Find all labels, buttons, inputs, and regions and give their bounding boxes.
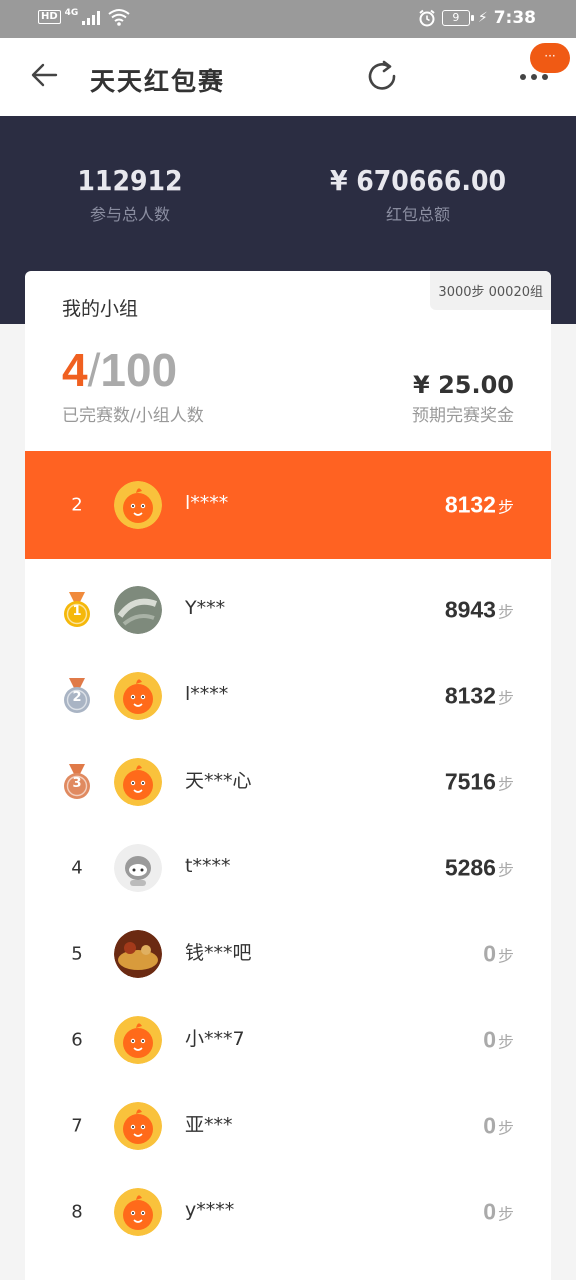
- avatar: [114, 672, 162, 720]
- user-name: Y***: [185, 596, 226, 619]
- list-item[interactable]: 6 小***7 0 步: [25, 997, 551, 1083]
- step-count: 5286 步: [444, 854, 514, 881]
- status-bar: HD 4G 9 ⚡ 7:38: [0, 0, 576, 38]
- avatar: [114, 844, 162, 892]
- avatar: [114, 481, 162, 529]
- my-rank-row[interactable]: 2 l**** 8132 步: [25, 451, 551, 559]
- group-tag: 3000步 00020组: [430, 271, 551, 310]
- status-left: HD 4G: [38, 8, 130, 26]
- user-name: 钱***吧: [185, 941, 252, 964]
- bonus-label: 预期完赛奖金: [412, 406, 514, 426]
- step-count: 8132 步: [444, 682, 514, 709]
- participants-value: 112912: [77, 164, 183, 197]
- list-item[interactable]: 4 t**** 5286 步: [25, 825, 551, 911]
- rank-number: 1: [72, 604, 82, 619]
- clock: 7:38: [493, 8, 536, 28]
- step-count: 0步: [483, 1112, 514, 1139]
- step-count: 8943 步: [444, 596, 514, 623]
- group-title: 我的小组: [62, 298, 139, 320]
- mascot-avatar-icon: [114, 481, 162, 529]
- hd-icon: HD: [38, 10, 61, 24]
- total-prize-stat: ¥ 670666.00 红包总额: [288, 164, 548, 225]
- rank-number: 6: [71, 1029, 83, 1051]
- more-options-button[interactable]: [520, 74, 548, 80]
- network-type: 4G: [64, 8, 79, 18]
- total-prize-value: ¥ 670666.00: [329, 164, 507, 197]
- app-bar: 天天红包赛: [0, 38, 576, 116]
- participants-label: 参与总人数: [89, 205, 170, 224]
- list-item[interactable]: 3 天***心 7516 步: [25, 739, 551, 825]
- charging-icon: ⚡: [477, 10, 488, 26]
- user-name: y****: [185, 1198, 235, 1221]
- rank-number: 2: [71, 494, 83, 516]
- bronze-medal-icon: 3: [61, 762, 93, 802]
- avatar: [114, 1188, 162, 1236]
- progress-label: 已完赛数/小组人数: [62, 406, 204, 426]
- list-item[interactable]: 2 l**** 8132 步: [25, 653, 551, 739]
- step-count: 0步: [483, 940, 514, 967]
- participants-stat: 112912 参与总人数: [0, 164, 260, 225]
- user-name: 亚***: [185, 1113, 233, 1136]
- completed-count: 4: [62, 344, 88, 396]
- step-count: 7516 步: [444, 768, 514, 795]
- list-item[interactable]: 8 y**** 0 步: [25, 1169, 551, 1255]
- avatar: [114, 758, 162, 806]
- silver-medal-icon: 2: [61, 676, 93, 716]
- rank-number: 2: [72, 690, 82, 705]
- battery-icon: 9: [441, 10, 474, 26]
- group-size: 100: [100, 344, 178, 396]
- group-card: 3000步 00020组 我的小组 4/100 已完赛数/小组人数 ¥ 25.0…: [25, 271, 551, 1280]
- user-name: l****: [185, 682, 229, 705]
- rank-number: 7: [71, 1115, 83, 1137]
- user-name: 小***7: [185, 1027, 245, 1050]
- avatar: [114, 586, 162, 634]
- avatar: [114, 1102, 162, 1150]
- page-title: 天天红包赛: [90, 67, 226, 96]
- notification-badge[interactable]: ···: [530, 43, 570, 73]
- user-name: l****: [185, 491, 229, 514]
- user-name: 天***心: [185, 769, 252, 792]
- signal-icon: [82, 9, 101, 25]
- rank-number: 8: [71, 1201, 83, 1223]
- wifi-icon: [108, 9, 130, 26]
- step-count: 8132 步: [444, 491, 514, 518]
- avatar: [114, 1016, 162, 1064]
- alarm-icon: [419, 9, 435, 27]
- list-item[interactable]: 1 Y*** 8943 步: [25, 567, 551, 653]
- list-item[interactable]: 5 钱***吧 0 步: [25, 911, 551, 997]
- back-arrow-icon[interactable]: [28, 58, 62, 92]
- avatar: [114, 930, 162, 978]
- rank-number: 5: [71, 943, 83, 965]
- step-count: 0步: [483, 1026, 514, 1053]
- user-name: t****: [185, 854, 231, 877]
- gold-medal-icon: 1: [61, 590, 93, 630]
- refresh-icon[interactable]: [364, 58, 402, 96]
- total-prize-label: 红包总额: [385, 205, 450, 224]
- rank-number: 4: [71, 857, 83, 879]
- rank-number: 3: [72, 776, 82, 791]
- step-count: 0步: [483, 1198, 514, 1225]
- list-item[interactable]: 7 亚*** 0 步: [25, 1083, 551, 1169]
- bonus-value: ¥ 25.00: [413, 371, 514, 399]
- status-right: 9 ⚡ 7:38: [418, 8, 536, 28]
- group-progress: 4/100: [62, 344, 178, 396]
